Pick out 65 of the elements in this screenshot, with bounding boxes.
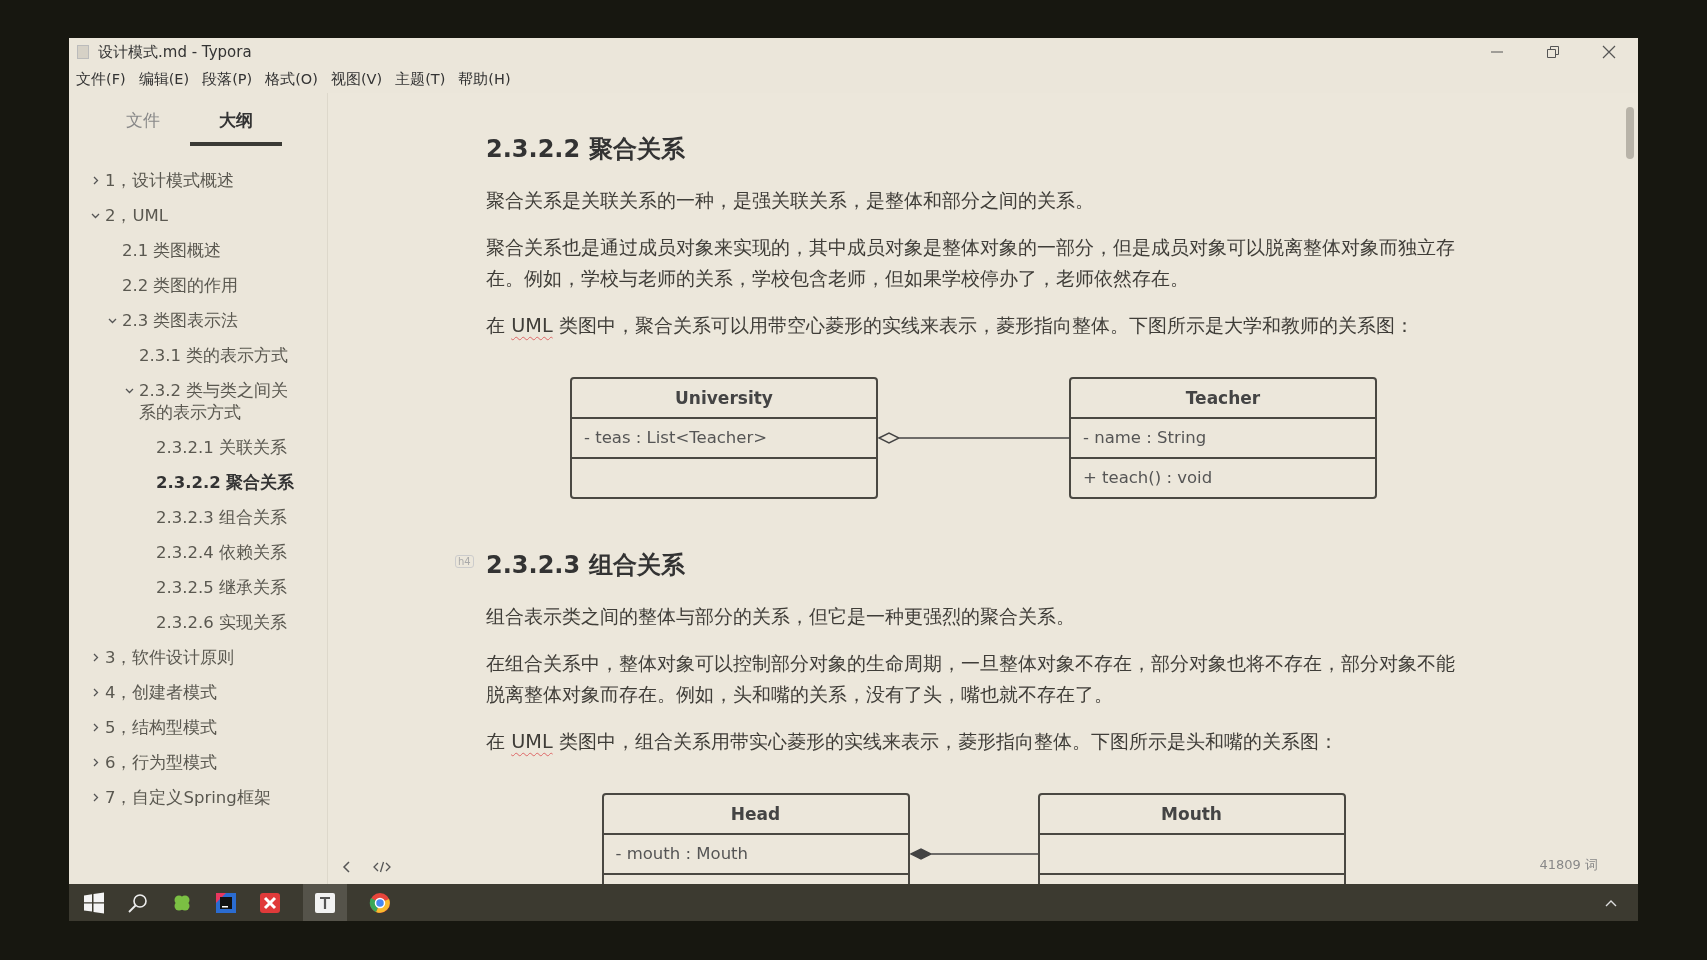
paragraph: 组合表示类之间的整体与部分的关系，但它是一种更强烈的聚合关系。 bbox=[486, 604, 1076, 630]
ide-icon[interactable] bbox=[215, 891, 237, 914]
outline-item[interactable]: 2.3.2.4 依赖关系 bbox=[156, 542, 287, 564]
menu-item[interactable]: 编辑(E) bbox=[138, 70, 190, 89]
menu-item[interactable]: 帮助(H) bbox=[458, 70, 511, 89]
outline-item[interactable]: 5，结构型模式 bbox=[105, 717, 218, 739]
section-heading: 2.3.2.2 聚合关系 bbox=[486, 134, 685, 165]
outline-item[interactable]: 2.2 类图的作用 bbox=[122, 275, 239, 297]
class-name: Mouth bbox=[1039, 795, 1344, 835]
typora-app-icon[interactable] bbox=[314, 891, 336, 914]
outline-item[interactable]: 2.3.2 类与类之间关系的表示方式 bbox=[139, 380, 297, 424]
chevron-down-icon[interactable] bbox=[125, 386, 134, 395]
browser-icon[interactable] bbox=[369, 891, 391, 914]
outline-item[interactable]: 2.3.2.6 实现关系 bbox=[156, 612, 287, 634]
chevron-right-icon[interactable] bbox=[91, 723, 100, 732]
outline-item[interactable]: 4，创建者模式 bbox=[105, 682, 218, 704]
start-icon[interactable] bbox=[83, 891, 105, 914]
mind-map-icon[interactable] bbox=[259, 891, 281, 914]
outline-item[interactable]: 2.3.2.1 关联关系 bbox=[156, 437, 287, 459]
outline-item[interactable]: 2.1 类图概述 bbox=[122, 240, 222, 262]
sidebar-tab[interactable]: 大纲 bbox=[189, 109, 282, 146]
paragraph: 在 UML 类图中，组合关系用带实心菱形的实线来表示，菱形指向整体。下图所示是头和嘴的关系图： bbox=[486, 729, 1339, 755]
outline-item[interactable]: 6，行为型模式 bbox=[105, 752, 218, 774]
class-attribute: - teas : List<Teacher> bbox=[583, 427, 769, 449]
menu-item[interactable]: 文件(F) bbox=[76, 70, 126, 89]
outline-item[interactable]: 7，自定义Spring框架 bbox=[105, 787, 271, 809]
outline-item[interactable]: 2.3.2.5 继承关系 bbox=[156, 577, 287, 599]
chevron-right-icon[interactable] bbox=[91, 688, 100, 697]
window-title: 设计模式.md - Typora bbox=[98, 42, 252, 62]
outline-item[interactable]: 1，设计模式概述 bbox=[105, 170, 235, 192]
chevron-right-icon[interactable] bbox=[91, 758, 100, 767]
outline-item[interactable]: 2.3.2.3 组合关系 bbox=[156, 507, 287, 529]
menu-item[interactable]: 主题(T) bbox=[395, 70, 446, 89]
chevron-right-icon[interactable] bbox=[91, 653, 100, 662]
class-name: Head bbox=[603, 795, 908, 835]
class-name: Teacher bbox=[1071, 379, 1375, 419]
chevron-down-icon[interactable] bbox=[91, 211, 100, 220]
chevron-right-icon[interactable] bbox=[91, 793, 100, 802]
menu-item[interactable]: 视图(V) bbox=[330, 70, 383, 89]
outline-item[interactable]: 3，软件设计原则 bbox=[105, 647, 235, 669]
outline-item[interactable]: 2，UML bbox=[105, 205, 168, 227]
restore-icon[interactable] bbox=[1546, 45, 1560, 59]
paragraph: 聚合关系也是通过成员对象来实现的，其中成员对象是整体对象的一部分，但是成员对象可以脱离整体对象而独立存在。例如，学校与老师的关系，学校包含老师，但如果学校停办了，老师依然存在。 bbox=[486, 235, 1456, 292]
chevron-down-icon[interactable] bbox=[108, 316, 117, 325]
paragraph: 聚合关系是关联关系的一种，是强关联关系，是整体和部分之间的关系。 bbox=[486, 188, 1095, 214]
chevron-left-icon[interactable] bbox=[342, 860, 352, 874]
outline-item[interactable]: 2.3.1 类的表示方式 bbox=[139, 345, 289, 367]
outline-item[interactable]: 2.3.2.2 聚合关系 bbox=[156, 472, 295, 494]
close-icon[interactable] bbox=[1602, 45, 1616, 59]
heading-level-badge: h4 bbox=[455, 555, 474, 568]
menu-item[interactable]: 格式(O) bbox=[265, 70, 318, 89]
paragraph: 在组合关系中，整体对象可以控制部分对象的生命周期，一旦整体对象不存在，部分对象也将不存在，部分对象不能脱离整体对象而存在。例如，头和嘴的关系，没有了头，嘴也就不存在了。 bbox=[486, 651, 1456, 708]
class-attribute: - mouth : Mouth bbox=[614, 843, 749, 865]
paragraph: 在 UML 类图中，聚合关系可以用带空心菱形的实线来表示，菱形指向整体。下图所示是大学和教师的关系图： bbox=[486, 313, 1415, 339]
class-attribute: - name : String bbox=[1082, 427, 1208, 449]
outline-item[interactable]: 2.3 类图表示法 bbox=[122, 310, 239, 332]
menu-item[interactable]: 段落(P) bbox=[202, 70, 253, 89]
class-name: University bbox=[572, 379, 876, 419]
source-code-icon[interactable] bbox=[372, 860, 392, 874]
class-method: + teach() : void bbox=[1082, 467, 1214, 489]
word-count: 41809 词 bbox=[1539, 856, 1598, 874]
section-heading: 2.3.2.3 组合关系 bbox=[486, 550, 685, 581]
scrollbar[interactable] bbox=[1626, 107, 1634, 159]
search-icon[interactable] bbox=[127, 891, 149, 914]
chevron-right-icon[interactable] bbox=[91, 176, 100, 185]
